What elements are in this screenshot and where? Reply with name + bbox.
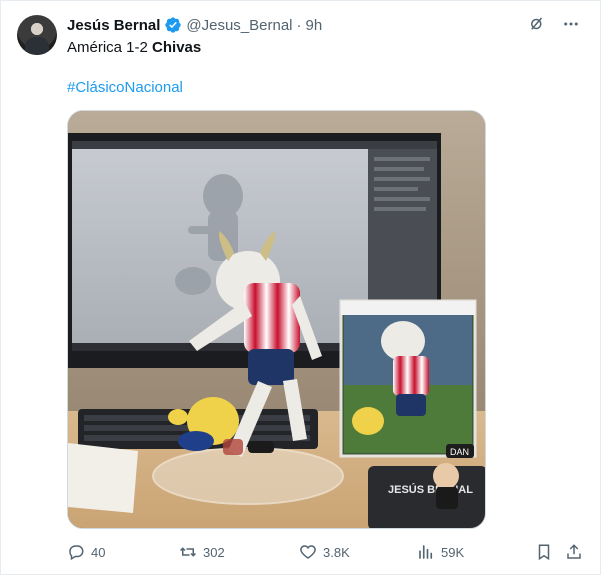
retweet-button[interactable]: 302 <box>179 541 225 563</box>
author-handle[interactable]: @Jesus_Bernal <box>186 17 292 34</box>
watermark-text: JESÚS BERNAL <box>388 483 473 496</box>
tweet-text-bold: Chivas <box>152 39 202 56</box>
reply-icon <box>69 545 84 561</box>
author-name[interactable]: Jesús Bernal <box>67 17 160 34</box>
timestamp[interactable]: 9h <box>306 17 323 34</box>
bookmark-button[interactable] <box>535 541 553 563</box>
grok-icon[interactable] <box>527 14 547 34</box>
tweet-text-prefix: América 1-2 <box>67 39 153 56</box>
reply-count: 40 <box>91 544 106 560</box>
verified-badge-icon <box>164 16 182 34</box>
like-button[interactable]: 3.8K <box>299 541 350 563</box>
retweet-count: 302 <box>203 544 225 560</box>
view-count: 59K <box>441 544 465 560</box>
separator-dot: · <box>296 16 302 34</box>
hashtag-link[interactable]: #ClásicoNacional <box>67 78 183 98</box>
box-badge-text: DAN <box>450 447 469 457</box>
retweet-icon <box>179 547 197 557</box>
reply-button[interactable]: 40 <box>67 541 105 563</box>
heart-icon <box>300 545 316 559</box>
tweet-header: Jesús Bernal @Jesus_Bernal · 9h <box>67 15 322 35</box>
photo-image-icon: DAN JESÚS BERNAL <box>68 111 485 528</box>
share-button[interactable] <box>565 541 583 563</box>
views-chart-icon <box>419 545 433 559</box>
tweet-text: América 1-2 Chivas <box>67 38 577 58</box>
views-button[interactable]: 59K <box>417 541 464 563</box>
like-count: 3.8K <box>323 544 350 560</box>
tweet-photo[interactable]: DAN JESÚS BERNAL <box>67 110 486 529</box>
author-avatar[interactable] <box>17 15 57 55</box>
bookmark-icon <box>538 544 550 561</box>
header-actions <box>527 14 581 34</box>
tweet-actions: 40 302 3.8K 59K <box>67 541 587 563</box>
share-icon <box>567 544 581 559</box>
more-icon[interactable] <box>561 14 581 34</box>
